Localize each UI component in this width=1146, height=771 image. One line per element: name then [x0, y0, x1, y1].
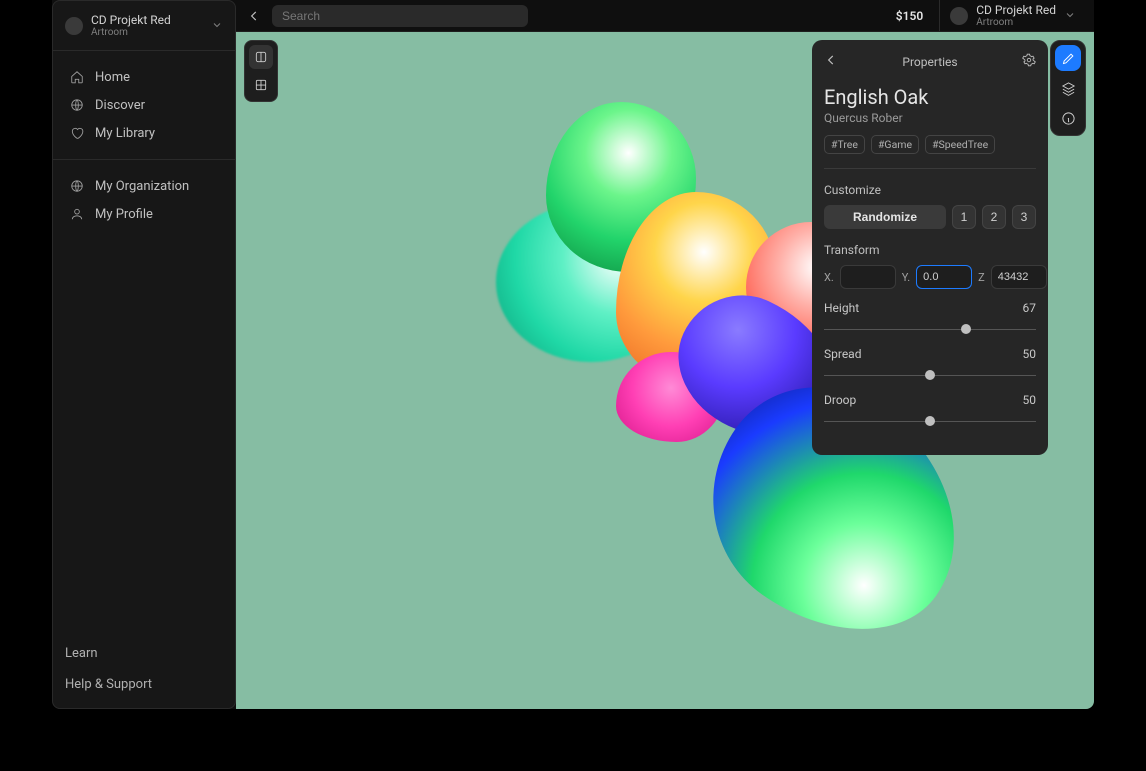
- search-input[interactable]: [272, 5, 528, 27]
- slider-value: 67: [1023, 301, 1037, 315]
- slider-track[interactable]: [824, 415, 1036, 427]
- slider-thumb[interactable]: [925, 370, 935, 380]
- back-button[interactable]: [244, 6, 264, 26]
- org-name: CD Projekt Red: [976, 3, 1056, 17]
- sidebar: CD Projekt Red Artroom Home Discover My …: [52, 0, 236, 709]
- topbar: $150 CD Projekt Red Artroom: [236, 0, 1094, 32]
- slider-track[interactable]: [824, 323, 1036, 335]
- home-icon: [69, 69, 85, 85]
- info-tab[interactable]: [1055, 105, 1081, 131]
- slider-height: Height 67: [824, 301, 1036, 335]
- avatar: [65, 17, 83, 35]
- tag[interactable]: #Tree: [824, 135, 865, 154]
- preset-1-button[interactable]: 1: [952, 205, 976, 229]
- sidebar-item-label: Home: [95, 70, 130, 85]
- globe-icon: [69, 97, 85, 113]
- tag[interactable]: #SpeedTree: [925, 135, 995, 154]
- transform-label: Transform: [824, 243, 1036, 257]
- avatar: [950, 7, 968, 25]
- axis-x-label: X.: [824, 271, 834, 284]
- axis-x-input[interactable]: [840, 265, 896, 289]
- sidebar-item-home[interactable]: Home: [53, 63, 235, 91]
- slider-label: Droop: [824, 393, 856, 407]
- gear-icon[interactable]: [1022, 52, 1036, 71]
- randomize-button[interactable]: Randomize: [824, 205, 946, 229]
- slider-label: Height: [824, 301, 859, 315]
- org-switcher[interactable]: CD Projekt Red Artroom: [53, 9, 235, 51]
- slider-label: Spread: [824, 347, 861, 361]
- globe-icon: [69, 178, 85, 194]
- panel-back-button[interactable]: [824, 52, 838, 71]
- sidebar-item-profile[interactable]: My Profile: [53, 200, 235, 228]
- tag[interactable]: #Game: [871, 135, 919, 154]
- sidebar-item-label: Discover: [95, 98, 145, 113]
- org-name: CD Projekt Red: [91, 13, 203, 27]
- slider-thumb[interactable]: [961, 324, 971, 334]
- credits: $150: [888, 9, 931, 23]
- slider-thumb[interactable]: [925, 416, 935, 426]
- right-rail: [1050, 40, 1086, 136]
- tags: #Tree #Game #SpeedTree: [824, 135, 1036, 154]
- layers-tab[interactable]: [1055, 75, 1081, 101]
- sidebar-item-label: My Library: [95, 126, 155, 141]
- slider-value: 50: [1023, 347, 1037, 361]
- sidebar-item-label: My Profile: [95, 207, 153, 222]
- sidebar-item-discover[interactable]: Discover: [53, 91, 235, 119]
- top-org-switcher[interactable]: CD Projekt Red Artroom: [939, 0, 1086, 31]
- canvas-tools: [244, 40, 278, 102]
- grid-button[interactable]: [249, 73, 273, 97]
- help-link[interactable]: Help & Support: [65, 673, 223, 696]
- viewport-shading-button[interactable]: [249, 45, 273, 69]
- learn-link[interactable]: Learn: [65, 642, 223, 665]
- properties-panel: Properties English Oak Quercus Rober #Tr…: [812, 40, 1048, 455]
- heart-icon: [69, 125, 85, 141]
- axis-y-label: Y.: [902, 271, 910, 284]
- axis-y-input[interactable]: [916, 265, 972, 289]
- slider-track[interactable]: [824, 369, 1036, 381]
- sidebar-item-library[interactable]: My Library: [53, 119, 235, 147]
- customize-label: Customize: [824, 183, 1036, 197]
- user-icon: [69, 206, 85, 222]
- slider-value: 50: [1023, 393, 1037, 407]
- preset-3-button[interactable]: 3: [1012, 205, 1036, 229]
- chevron-down-icon: [211, 16, 223, 35]
- org-subtitle: Artroom: [91, 27, 203, 38]
- sidebar-item-organization[interactable]: My Organization: [53, 172, 235, 200]
- axis-z-label: Z: [978, 271, 985, 284]
- edit-tab[interactable]: [1055, 45, 1081, 71]
- canvas[interactable]: Properties English Oak Quercus Rober #Tr…: [236, 32, 1094, 709]
- slider-spread: Spread 50: [824, 347, 1036, 381]
- org-subtitle: Artroom: [976, 17, 1056, 28]
- sidebar-item-label: My Organization: [95, 179, 189, 194]
- chevron-down-icon: [1064, 6, 1076, 25]
- asset-name: English Oak: [824, 85, 1036, 109]
- panel-title: Properties: [902, 55, 957, 69]
- asset-subtitle: Quercus Rober: [824, 111, 1036, 125]
- slider-droop: Droop 50: [824, 393, 1036, 427]
- axis-z-input[interactable]: [991, 265, 1047, 289]
- preset-2-button[interactable]: 2: [982, 205, 1006, 229]
